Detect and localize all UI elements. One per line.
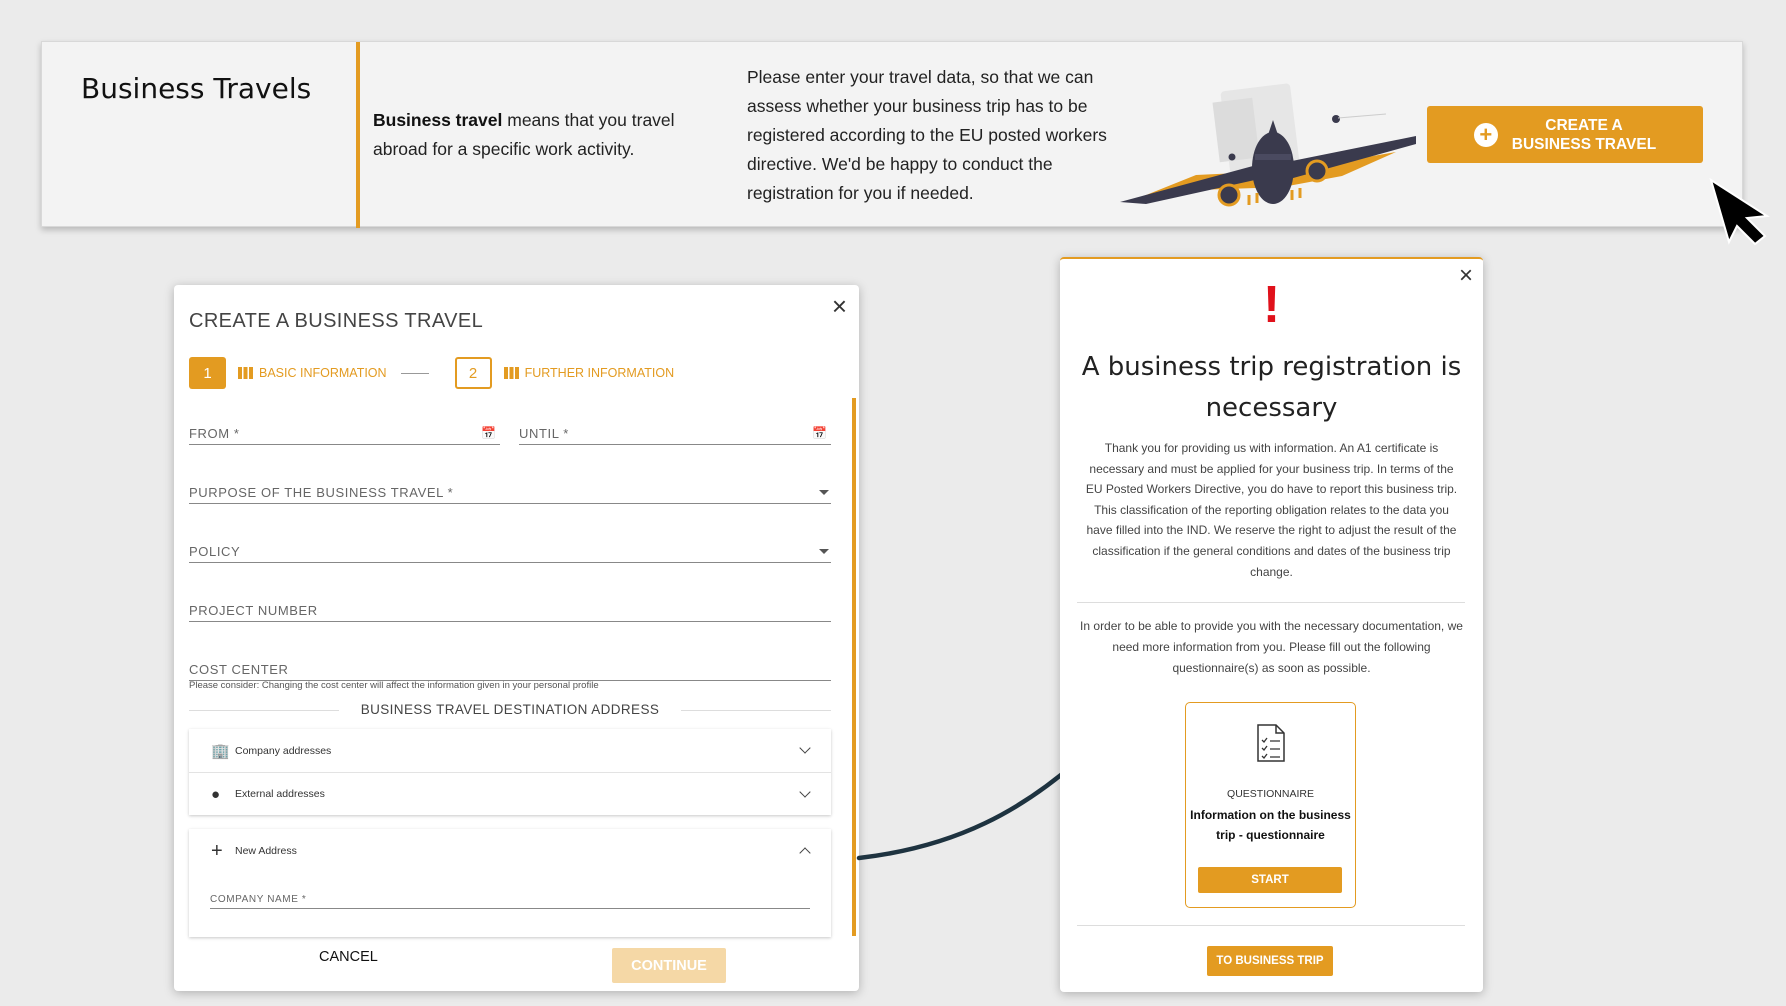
purpose-select[interactable]: PURPOSE OF THE BUSINESS TRAVEL *: [189, 478, 831, 504]
purpose-label: PURPOSE OF THE BUSINESS TRAVEL *: [189, 485, 454, 500]
questionnaire-name: Information on the business trip - quest…: [1190, 808, 1351, 842]
map-pin-icon: ●: [211, 785, 221, 803]
new-address-row[interactable]: + New Address: [189, 829, 831, 873]
dropdown-caret-icon: [819, 490, 829, 495]
until-label: UNTIL *: [519, 426, 569, 441]
definition-term: Business travel: [373, 110, 503, 130]
address-options-panel: 🏢 Company addresses ● External addresses: [189, 729, 831, 815]
until-date-field[interactable]: UNTIL * 📅: [519, 419, 831, 445]
calendar-icon[interactable]: 📅: [812, 426, 827, 440]
questionnaire-card: QUESTIONNAIRE Information on the busines…: [1185, 702, 1356, 908]
continue-button[interactable]: CONTINUE: [612, 948, 726, 983]
external-addresses-row[interactable]: ● External addresses: [189, 772, 831, 815]
external-addresses-label: External addresses: [235, 788, 325, 800]
registration-result-dialog: × ! A business trip registration is nece…: [1060, 257, 1483, 992]
building-icon: 🏢: [211, 742, 230, 760]
dialog-title: CREATE A BUSINESS TRAVEL: [189, 310, 484, 332]
step-bars-icon: [503, 367, 519, 379]
banner-definition: Business travel means that you travel ab…: [373, 106, 693, 164]
questionnaire-kind: QUESTIONNAIRE: [1227, 788, 1314, 800]
project-number-label: PROJECT NUMBER: [189, 603, 318, 618]
company-addresses-label: Company addresses: [235, 744, 332, 757]
company-addresses-row[interactable]: 🏢 Company addresses: [189, 729, 831, 772]
create-button-label: CREATE A BUSINESS TRAVEL: [1511, 116, 1657, 153]
company-name-label: COMPANY NAME *: [210, 894, 307, 905]
from-date-field[interactable]: FROM * 📅: [189, 419, 500, 445]
chevron-up-icon[interactable]: [799, 847, 811, 859]
cost-center-label: COST CENTER: [189, 662, 289, 677]
step-1-number[interactable]: 1: [189, 357, 226, 389]
policy-label: POLICY: [189, 544, 241, 559]
plus-icon: +: [211, 839, 223, 862]
chevron-down-icon[interactable]: [799, 742, 811, 754]
create-business-travel-button[interactable]: + CREATE A BUSINESS TRAVEL: [1427, 106, 1703, 163]
close-icon[interactable]: ×: [832, 291, 847, 322]
business-travels-banner: Business Travels Business travel means t…: [41, 41, 1770, 246]
banner-description: Please enter your travel data, so that w…: [747, 67, 1107, 203]
new-address-label: New Address: [235, 845, 297, 857]
divider: [1077, 925, 1465, 926]
cancel-button[interactable]: CANCEL: [319, 949, 378, 965]
destination-address-heading: BUSINESS TRAVEL DESTINATION ADDRESS: [174, 702, 846, 717]
calendar-icon[interactable]: 📅: [481, 426, 496, 440]
cost-center-hint: Please consider: Changing the cost cente…: [189, 680, 599, 691]
start-questionnaire-button[interactable]: START: [1198, 867, 1342, 893]
company-name-input[interactable]: COMPANY NAME *: [210, 885, 810, 909]
result-title: A business trip registration is necessar…: [1081, 352, 1462, 423]
cost-center-input[interactable]: COST CENTER: [189, 655, 831, 681]
divider: [1077, 602, 1465, 603]
document-checklist-icon: [1256, 724, 1285, 762]
step-bars-icon: [238, 367, 253, 379]
banner-title: Business Travels: [81, 72, 312, 105]
chevron-down-icon[interactable]: [799, 786, 811, 798]
plus-circle-icon: +: [1473, 122, 1498, 147]
to-business-trip-button[interactable]: TO BUSINESS TRIP: [1207, 946, 1333, 976]
step-2-label[interactable]: FURTHER INFORMATION: [525, 366, 675, 380]
project-number-input[interactable]: PROJECT NUMBER: [189, 596, 831, 622]
step-1-label[interactable]: BASIC INFORMATION: [259, 366, 387, 380]
step-2-number[interactable]: 2: [454, 357, 492, 389]
dropdown-caret-icon: [819, 549, 829, 554]
result-request-text: In order to be able to provide you with …: [1080, 619, 1463, 675]
from-label: FROM *: [189, 426, 240, 441]
new-address-panel: + New Address COMPANY NAME *: [189, 829, 831, 937]
banner-divider: [356, 42, 360, 228]
airplane-illustration: [1120, 83, 1416, 207]
exclamation-icon: !: [1262, 276, 1281, 334]
create-business-travel-dialog: × CREATE A BUSINESS TRAVEL 1 BASIC INFOR…: [174, 285, 859, 991]
result-explanation: Thank you for providing us with informat…: [1085, 441, 1458, 579]
stepper: 1 BASIC INFORMATION 2 FURTHER INFORMATIO…: [189, 357, 674, 389]
step-connector: [400, 372, 429, 374]
policy-select[interactable]: POLICY: [189, 537, 831, 563]
mouse-cursor-icon: [1709, 178, 1770, 246]
